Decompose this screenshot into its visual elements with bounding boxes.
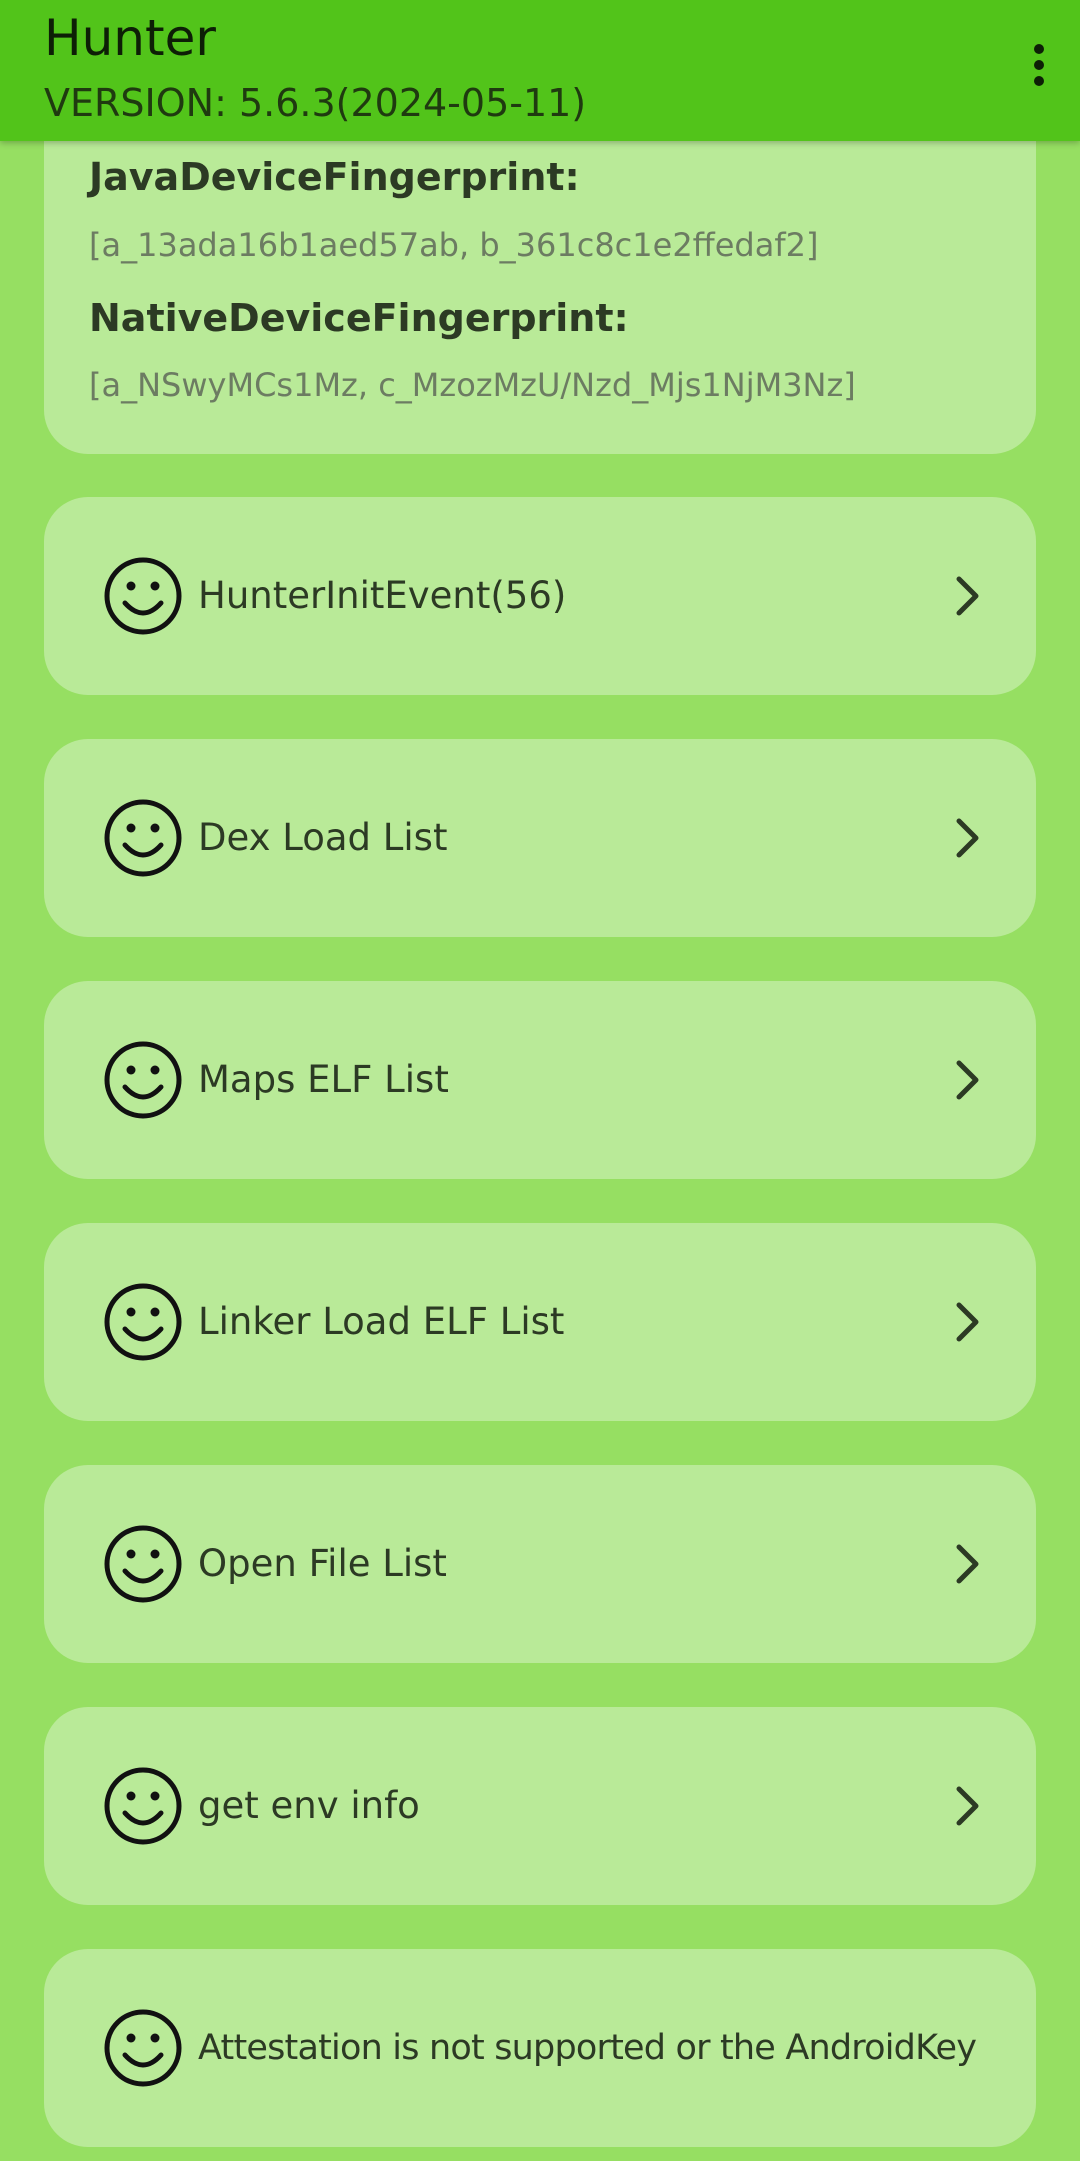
smiley-icon bbox=[104, 1283, 182, 1361]
menu-item-label: Open File List bbox=[198, 1542, 447, 1585]
chevron-right-icon bbox=[956, 818, 979, 858]
menu-item-label: Dex Load List bbox=[198, 816, 448, 859]
java-fingerprint-value: [a_13ada16b1aed57ab, b_361c8c1e2ffedaf2] bbox=[89, 226, 819, 264]
menu-item-hunter-init-event[interactable]: HunterInitEvent(56) bbox=[44, 497, 1036, 695]
menu-item-dex-load-list[interactable]: Dex Load List bbox=[44, 739, 1036, 937]
app-title: Hunter bbox=[44, 9, 216, 67]
smiley-icon bbox=[104, 799, 182, 877]
menu-item-label: get env info bbox=[198, 1784, 420, 1827]
chevron-right-icon bbox=[956, 576, 979, 616]
menu-item-label: Linker Load ELF List bbox=[198, 1300, 565, 1343]
menu-item-label: Maps ELF List bbox=[198, 1058, 449, 1101]
smiley-icon bbox=[104, 1041, 182, 1119]
chevron-right-icon bbox=[956, 1302, 979, 1342]
menu-item-get-env-info[interactable]: get env info bbox=[44, 1707, 1036, 1905]
menu-item-attestation[interactable]: Attestation is not supported or the Andr… bbox=[44, 1949, 1036, 2147]
native-fingerprint-label: NativeDeviceFingerprint: bbox=[89, 296, 629, 340]
smiley-icon bbox=[104, 1767, 182, 1845]
app-bar: Hunter VERSION: 5.6.3(2024-05-11) bbox=[0, 0, 1080, 141]
java-fingerprint-label: JavaDeviceFingerprint: bbox=[89, 155, 580, 199]
smiley-icon bbox=[104, 2009, 182, 2087]
chevron-right-icon bbox=[956, 1786, 979, 1826]
more-vert-icon[interactable] bbox=[1000, 30, 1080, 100]
menu-item-label: HunterInitEvent(56) bbox=[198, 574, 567, 617]
native-fingerprint-value: [a_NSwyMCs1Mz, c_MzozMzU/Nzd_Mjs1NjM3Nz] bbox=[89, 366, 856, 404]
smiley-icon bbox=[104, 1525, 182, 1603]
menu-item-label: Attestation is not supported or the Andr… bbox=[198, 2028, 977, 2068]
smiley-icon bbox=[104, 557, 182, 635]
chevron-right-icon bbox=[956, 1544, 979, 1584]
chevron-right-icon bbox=[956, 1060, 979, 1100]
menu-item-maps-elf-list[interactable]: Maps ELF List bbox=[44, 981, 1036, 1179]
menu-item-open-file-list[interactable]: Open File List bbox=[44, 1465, 1036, 1663]
menu-item-linker-load-elf-list[interactable]: Linker Load ELF List bbox=[44, 1223, 1036, 1421]
app-version: VERSION: 5.6.3(2024-05-11) bbox=[44, 81, 587, 125]
